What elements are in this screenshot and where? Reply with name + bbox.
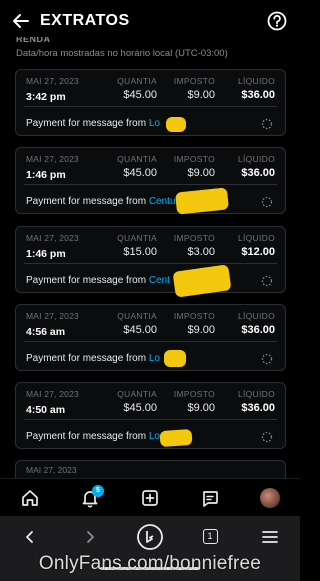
timezone-note: Data/hora mostradas no horário local (UT… (16, 48, 228, 59)
bottom-nav: 5 (0, 478, 300, 516)
back-arrow-icon[interactable] (10, 10, 32, 32)
tax-header: IMPOSTO (173, 233, 215, 243)
net-header: LÍQUIDO (237, 389, 275, 399)
amount-header: QUANTIA (117, 76, 157, 86)
divider (24, 263, 277, 264)
tab-count: 1 (202, 529, 218, 544)
tax-value: $9.00 (187, 402, 215, 414)
transaction-description: Payment for message from Centu (26, 196, 176, 207)
redaction-mark (172, 264, 232, 298)
transaction-date: MAI 27, 2023 (26, 76, 79, 86)
spinner-icon (261, 353, 273, 365)
description-text: Payment for message from (26, 353, 149, 364)
amount-value: $45.00 (123, 89, 157, 101)
spinner-icon (261, 431, 273, 443)
chat-icon[interactable] (195, 483, 225, 513)
transaction-date: MAI 27, 2023 (26, 233, 79, 243)
avatar (260, 487, 280, 508)
section-heading: RENDA (16, 37, 51, 42)
net-header: LÍQUIDO (237, 76, 275, 86)
spinner-icon (261, 275, 273, 287)
amount-header: QUANTIA (117, 233, 157, 243)
amount-value: $45.00 (123, 402, 157, 414)
divider (24, 419, 277, 420)
amount-value: $45.00 (123, 324, 157, 336)
transaction-time: 4:50 am (26, 404, 66, 416)
menu-icon[interactable] (255, 522, 285, 552)
tax-header: IMPOSTO (173, 389, 215, 399)
redaction-mark (164, 350, 186, 367)
sender-link[interactable]: Lo (149, 118, 160, 129)
tax-header: IMPOSTO (173, 76, 215, 86)
net-value: $36.00 (241, 167, 275, 179)
redaction-mark (166, 117, 186, 132)
transaction-description: Payment for message from Lo (26, 353, 160, 364)
net-value: $12.00 (241, 246, 275, 258)
tax-value: $9.00 (187, 167, 215, 179)
tax-value: $9.00 (187, 324, 215, 336)
amount-value: $45.00 (123, 167, 157, 179)
transaction-description: Payment for message from Cent (26, 275, 170, 286)
transaction-date: MAI 27, 2023 (26, 311, 79, 321)
description-text: Payment for message from (26, 196, 149, 207)
chevron-left-icon[interactable] (15, 522, 45, 552)
transaction-date: MAI 27, 2023 (26, 465, 77, 475)
notifications-button[interactable]: 5 (75, 483, 105, 513)
net-header: LÍQUIDO (237, 154, 275, 164)
transaction-time: 3:42 pm (26, 91, 66, 103)
sender-link[interactable]: Lo (149, 353, 160, 364)
tax-header: IMPOSTO (173, 154, 215, 164)
tabs-button[interactable]: 1 (195, 522, 225, 552)
amount-header: QUANTIA (117, 389, 157, 399)
description-text: Payment for message from (26, 431, 149, 442)
amount-value: $15.00 (123, 246, 157, 258)
transaction-time: 1:46 pm (26, 169, 66, 181)
description-text: Payment for message from (26, 275, 149, 286)
transaction-card[interactable]: MAI 27, 2023 (15, 460, 286, 480)
transaction-date: MAI 27, 2023 (26, 389, 79, 399)
net-value: $36.00 (241, 89, 275, 101)
top-bar: EXTRATOS (0, 0, 300, 42)
home-icon[interactable] (15, 483, 45, 513)
watermark: OnlyFans.com/bonniefree (38, 553, 262, 574)
spinner-icon (261, 196, 273, 208)
divider (24, 106, 277, 107)
plus-square-icon[interactable] (135, 483, 165, 513)
amount-header: QUANTIA (117, 311, 157, 321)
bing-icon[interactable] (135, 522, 165, 552)
profile-button[interactable] (255, 483, 285, 513)
page-title: EXTRATOS (40, 12, 130, 29)
net-header: LÍQUIDO (237, 233, 275, 243)
transaction-description: Payment for message from Lo (26, 118, 160, 129)
description-text: Payment for message from (26, 118, 149, 129)
tax-value: $3.00 (187, 246, 215, 258)
transaction-time: 4:56 am (26, 326, 66, 338)
redaction-mark (174, 187, 230, 215)
redaction-mark (159, 428, 193, 448)
transaction-card[interactable]: MAI 27, 2023 1:46 pm QUANTIA IMPOSTO LÍQ… (15, 226, 286, 298)
chevron-right-icon[interactable] (75, 522, 105, 552)
tax-header: IMPOSTO (173, 311, 215, 321)
spinner-icon (261, 118, 273, 130)
transaction-card[interactable]: MAI 27, 2023 4:56 am QUANTIA IMPOSTO LÍQ… (15, 304, 286, 371)
divider (24, 184, 277, 185)
amount-header: QUANTIA (117, 154, 157, 164)
sender-link[interactable]: Centu (149, 196, 176, 207)
transaction-card[interactable]: MAI 27, 2023 4:50 am QUANTIA IMPOSTO LÍQ… (15, 382, 286, 449)
transaction-time: 1:46 pm (26, 248, 66, 260)
browser-toolbar: 1 (0, 516, 300, 557)
sender-link[interactable]: Cent (149, 275, 170, 286)
net-header: LÍQUIDO (237, 311, 275, 321)
divider (24, 341, 277, 342)
notification-badge: 5 (92, 484, 104, 497)
sender-link[interactable]: Lo (149, 431, 160, 442)
help-icon[interactable] (266, 10, 288, 32)
transaction-date: MAI 27, 2023 (26, 154, 79, 164)
net-value: $36.00 (241, 324, 275, 336)
transaction-card[interactable]: MAI 27, 2023 1:46 pm QUANTIA IMPOSTO LÍQ… (15, 147, 286, 215)
transaction-card[interactable]: MAI 27, 2023 3:42 pm QUANTIA IMPOSTO LÍQ… (15, 69, 286, 136)
transaction-description: Payment for message from Lo (26, 431, 160, 442)
tax-value: $9.00 (187, 89, 215, 101)
net-value: $36.00 (241, 402, 275, 414)
